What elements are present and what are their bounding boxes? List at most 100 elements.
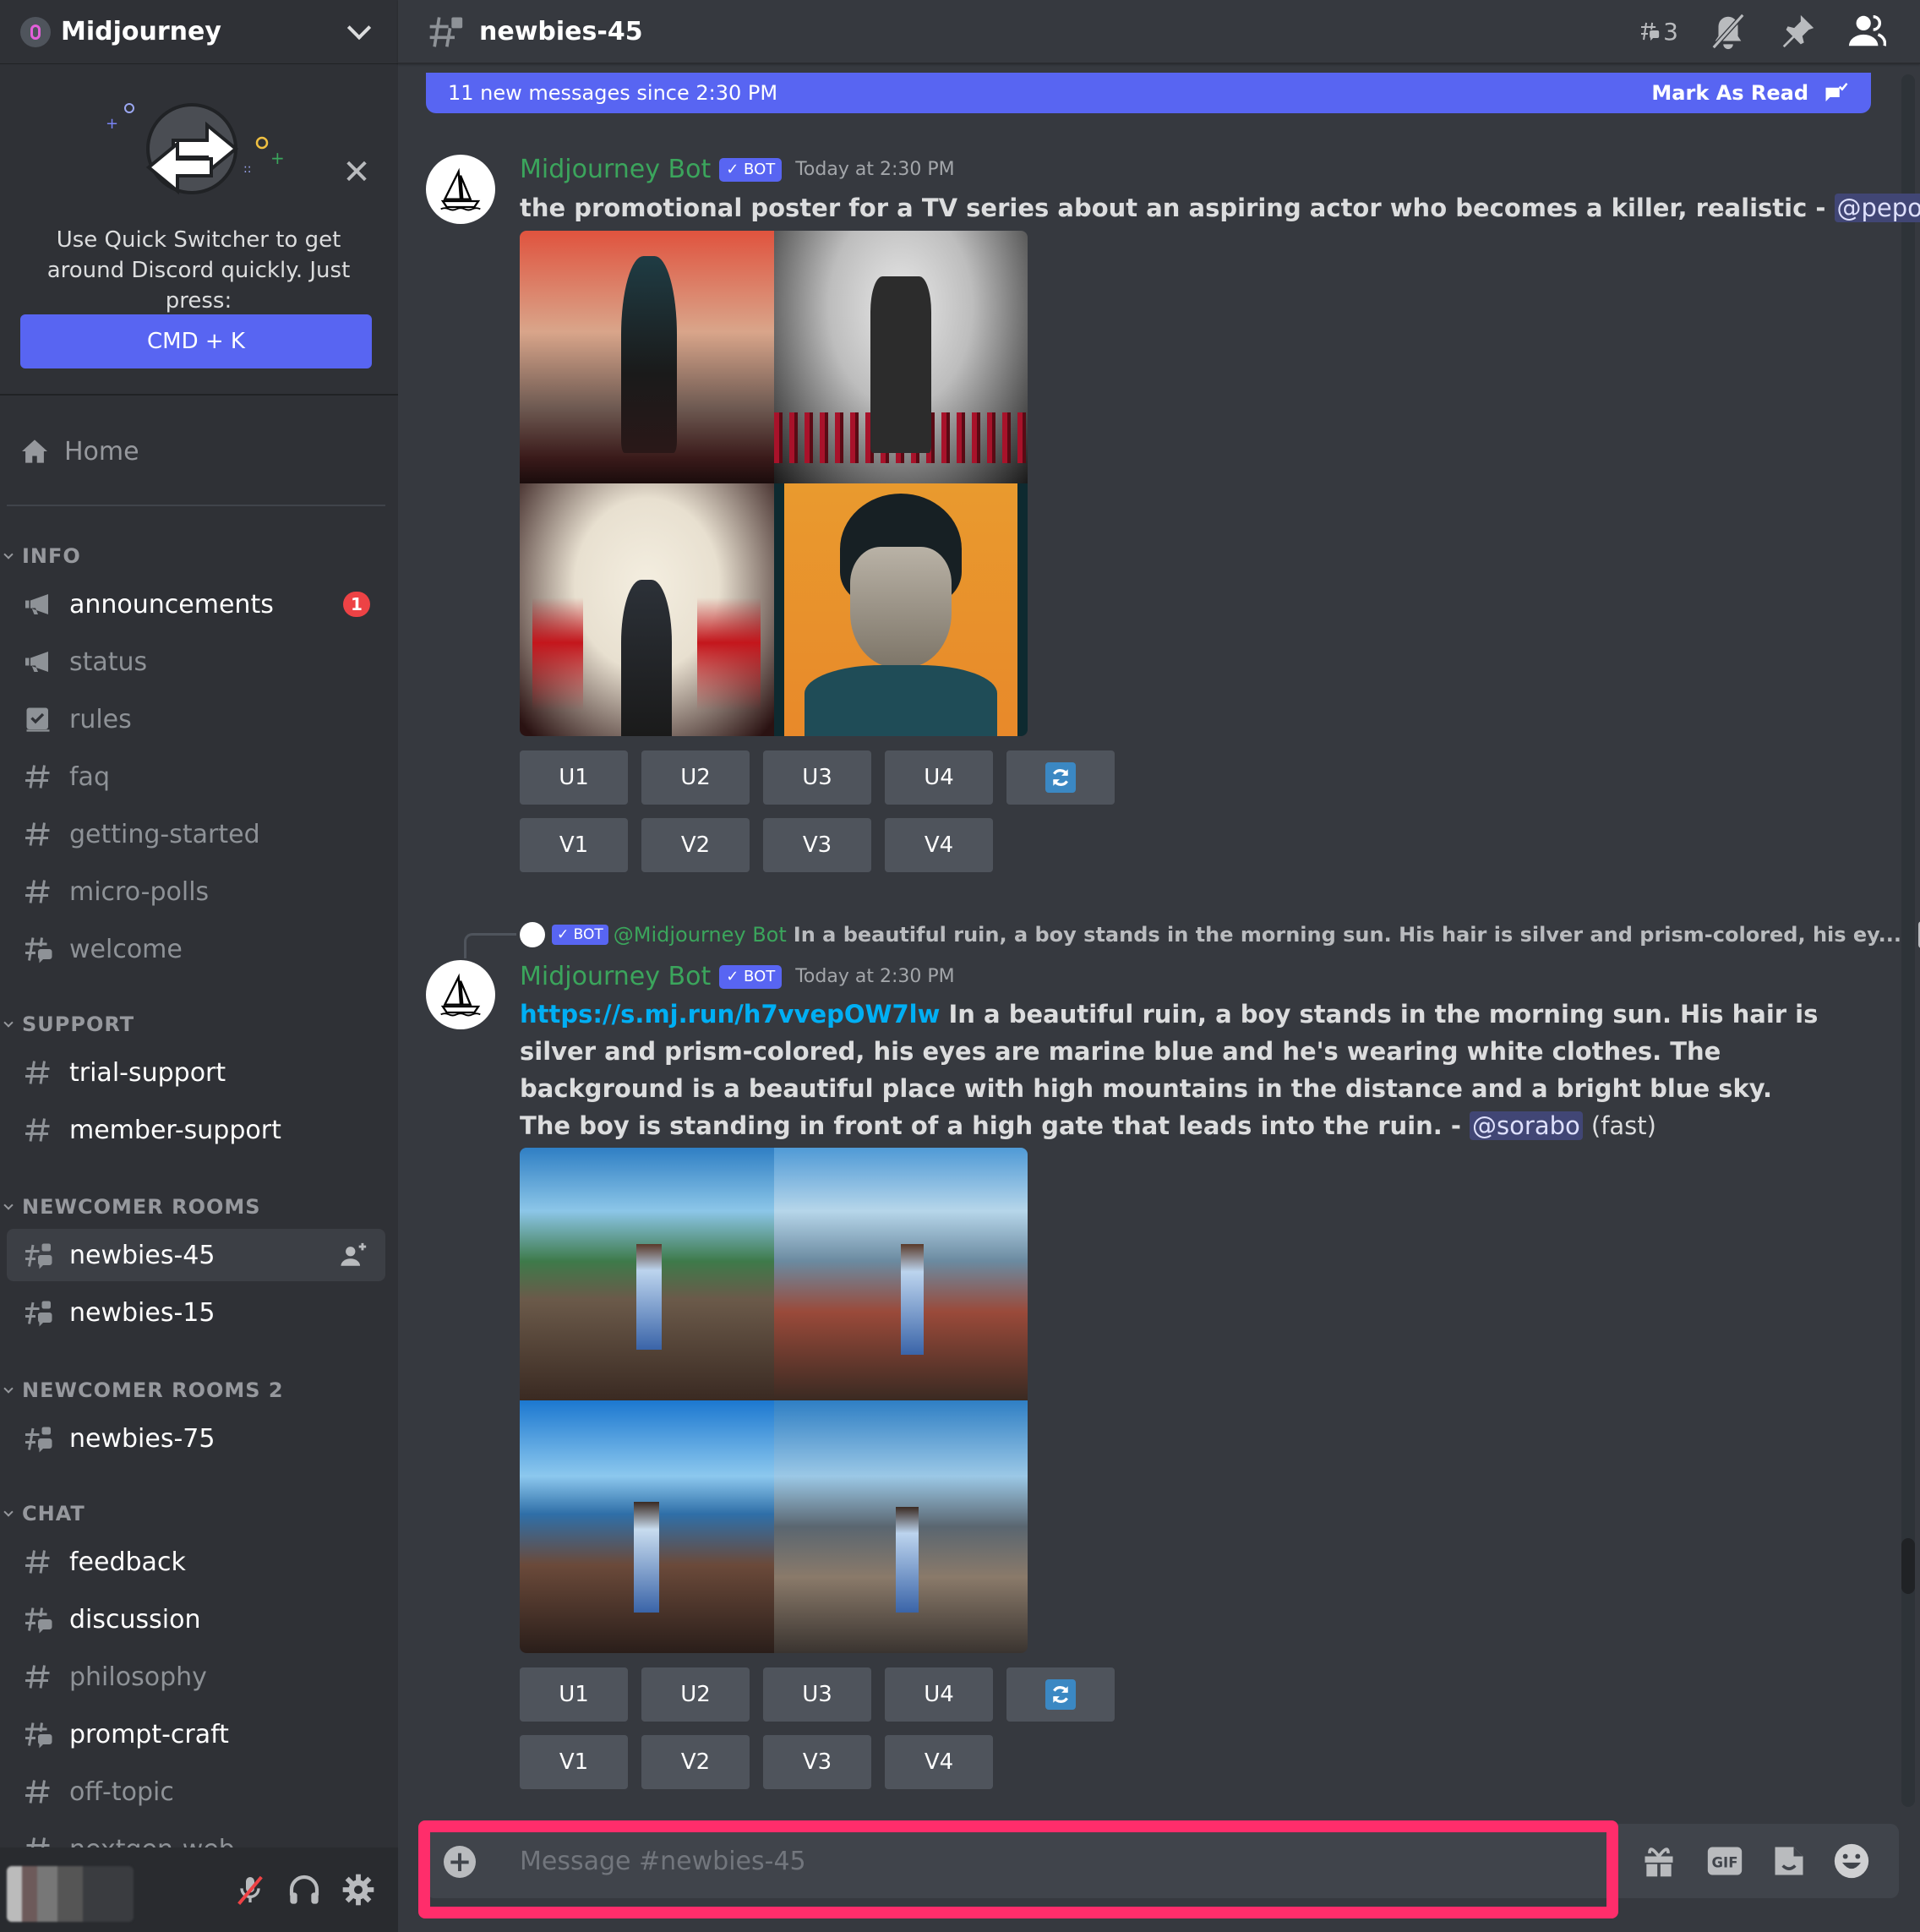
sidebar-item-micro-polls[interactable]: micro-polls bbox=[7, 865, 385, 918]
upscale-u2-button[interactable]: U2 bbox=[641, 750, 750, 805]
sidebar-item-newbies-15[interactable]: newbies-15 bbox=[7, 1286, 385, 1339]
sidebar-item-faq[interactable]: faq bbox=[7, 750, 385, 803]
variation-v4-button[interactable]: V4 bbox=[885, 818, 993, 872]
sidebar-item-feedback[interactable]: feedback bbox=[7, 1536, 385, 1588]
sidebar-item-discussion[interactable]: discussion bbox=[7, 1593, 385, 1645]
prompt-text: the promotional poster for a TV series a… bbox=[520, 194, 1835, 222]
channel-name: welcome bbox=[69, 934, 183, 964]
locked-thread-icon bbox=[22, 1240, 69, 1270]
refresh-icon bbox=[1045, 1679, 1076, 1710]
image-grid[interactable] bbox=[520, 1148, 1028, 1653]
image-tile-3[interactable] bbox=[520, 1400, 774, 1653]
close-icon[interactable]: ✕ bbox=[341, 156, 372, 189]
variation-v1-button[interactable]: V1 bbox=[520, 1735, 628, 1789]
upscale-u3-button[interactable]: U3 bbox=[763, 750, 871, 805]
image-tile-1[interactable] bbox=[520, 1148, 774, 1400]
sidebar-item-trial-support[interactable]: trial-support bbox=[7, 1046, 385, 1099]
reply-reference[interactable]: ✓ BOT @Midjourney Bot In a beautiful rui… bbox=[520, 921, 1920, 948]
user-mention[interactable]: @peponf bbox=[1834, 194, 1920, 222]
invite-member-icon[interactable] bbox=[340, 1241, 368, 1269]
message-header: Midjourney Bot ✓ BOT Today at 2:30 PM bbox=[520, 155, 955, 184]
channel-name: newbies-75 bbox=[69, 1423, 215, 1454]
variation-v3-button[interactable]: V3 bbox=[763, 818, 871, 872]
image-tile-4[interactable] bbox=[773, 1400, 1028, 1653]
member-list-icon[interactable] bbox=[1847, 12, 1886, 51]
sidebar-item-rules[interactable]: rules bbox=[7, 693, 385, 745]
sidebar-item-home[interactable]: Home bbox=[20, 429, 139, 473]
variation-v4-button[interactable]: V4 bbox=[885, 1735, 993, 1789]
upscale-u3-button[interactable]: U3 bbox=[763, 1667, 871, 1722]
sidebar-item-philosophy[interactable]: philosophy bbox=[7, 1651, 385, 1703]
variation-v2-button[interactable]: V2 bbox=[641, 818, 750, 872]
threads-button[interactable]: 3 bbox=[1639, 12, 1678, 51]
variation-v1-button[interactable]: V1 bbox=[520, 818, 628, 872]
settings-gear-icon[interactable] bbox=[341, 1873, 375, 1907]
reroll-button[interactable] bbox=[1006, 750, 1115, 805]
category-header[interactable]: CHAT bbox=[0, 1498, 85, 1529]
svg-text:+: + bbox=[106, 115, 118, 133]
user-mention[interactable]: @sorabo bbox=[1470, 1111, 1583, 1140]
image-tile-4[interactable] bbox=[773, 483, 1028, 736]
channel-name: announcements bbox=[69, 589, 274, 619]
sidebar-item-newbies-45[interactable]: newbies-45 bbox=[7, 1229, 385, 1281]
sidebar-item-announcements[interactable]: announcements 1 bbox=[7, 578, 385, 630]
category-header[interactable]: NEWCOMER ROOMS bbox=[0, 1192, 261, 1222]
svg-text:GIF: GIF bbox=[1712, 1854, 1738, 1870]
category-label: CHAT bbox=[22, 1502, 85, 1525]
mark-as-read-button[interactable]: Mark As Read bbox=[1651, 80, 1849, 106]
bot-avatar[interactable] bbox=[426, 155, 495, 224]
reroll-button[interactable] bbox=[1006, 1667, 1115, 1722]
chevron-down-icon[interactable] bbox=[346, 15, 372, 40]
collapse-caret-icon bbox=[3, 1384, 14, 1394]
category-header[interactable]: INFO bbox=[0, 541, 81, 571]
channel-name: rules bbox=[69, 704, 132, 734]
new-messages-bar[interactable]: 11 new messages since 2:30 PM Mark As Re… bbox=[426, 73, 1871, 113]
upscale-u2-button[interactable]: U2 bbox=[641, 1667, 750, 1722]
muted-bell-icon[interactable] bbox=[1709, 12, 1748, 51]
sticker-icon[interactable] bbox=[1770, 1842, 1808, 1880]
sidebar-item-status[interactable]: status bbox=[7, 636, 385, 688]
bot-avatar[interactable] bbox=[426, 960, 495, 1029]
upscale-u4-button[interactable]: U4 bbox=[885, 1667, 993, 1722]
author-name[interactable]: Midjourney Bot bbox=[520, 155, 711, 184]
image-tile-3[interactable] bbox=[520, 483, 774, 736]
pin-icon[interactable] bbox=[1778, 12, 1817, 51]
scrollbar-thumb[interactable] bbox=[1901, 1538, 1915, 1594]
image-tile-2[interactable] bbox=[773, 231, 1028, 483]
author-name[interactable]: Midjourney Bot bbox=[520, 962, 711, 991]
timestamp: Today at 2:30 PM bbox=[795, 966, 955, 987]
emoji-icon[interactable] bbox=[1833, 1842, 1870, 1880]
category-header[interactable]: SUPPORT bbox=[0, 1009, 134, 1040]
sidebar-item-off-topic[interactable]: off-topic bbox=[7, 1766, 385, 1818]
message-content: the promotional poster for a TV series a… bbox=[520, 189, 1920, 226]
upscale-u1-button[interactable]: U1 bbox=[520, 750, 628, 805]
user-avatar-blurred[interactable] bbox=[7, 1866, 134, 1922]
gift-icon[interactable] bbox=[1640, 1842, 1677, 1880]
highlight-annotation-box bbox=[418, 1820, 1618, 1918]
sidebar-item-newbies-75[interactable]: newbies-75 bbox=[7, 1412, 385, 1465]
collapse-caret-icon bbox=[3, 1507, 14, 1517]
variation-v2-button[interactable]: V2 bbox=[641, 1735, 750, 1789]
server-header[interactable]: Midjourney bbox=[0, 0, 398, 64]
quick-switcher-shortcut-button[interactable]: CMD + K bbox=[20, 314, 372, 368]
image-tile-2[interactable] bbox=[773, 1148, 1028, 1400]
gif-icon[interactable]: GIF bbox=[1706, 1842, 1743, 1880]
home-label: Home bbox=[64, 436, 139, 467]
hash-icon bbox=[22, 819, 69, 849]
headphones-icon[interactable] bbox=[287, 1873, 321, 1907]
upscale-u1-button[interactable]: U1 bbox=[520, 1667, 628, 1722]
collapse-caret-icon bbox=[3, 549, 14, 559]
locked-thread-icon bbox=[429, 17, 463, 47]
mute-microphone-icon[interactable] bbox=[233, 1873, 267, 1907]
image-grid[interactable] bbox=[520, 231, 1028, 736]
variation-v3-button[interactable]: V3 bbox=[763, 1735, 871, 1789]
sidebar-item-member-support[interactable]: member-support bbox=[7, 1104, 385, 1156]
sidebar-item-prompt-craft[interactable]: prompt-craft bbox=[7, 1708, 385, 1760]
reply-author[interactable]: @Midjourney Bot bbox=[614, 923, 787, 947]
prompt-link[interactable]: https://s.mj.run/h7vvepOW7lw bbox=[520, 1000, 940, 1029]
sidebar-item-welcome[interactable]: welcome bbox=[7, 923, 385, 975]
sidebar-item-getting-started[interactable]: getting-started bbox=[7, 808, 385, 860]
category-header[interactable]: NEWCOMER ROOMS 2 bbox=[0, 1375, 284, 1405]
image-tile-1[interactable] bbox=[520, 231, 774, 483]
upscale-u4-button[interactable]: U4 bbox=[885, 750, 993, 805]
